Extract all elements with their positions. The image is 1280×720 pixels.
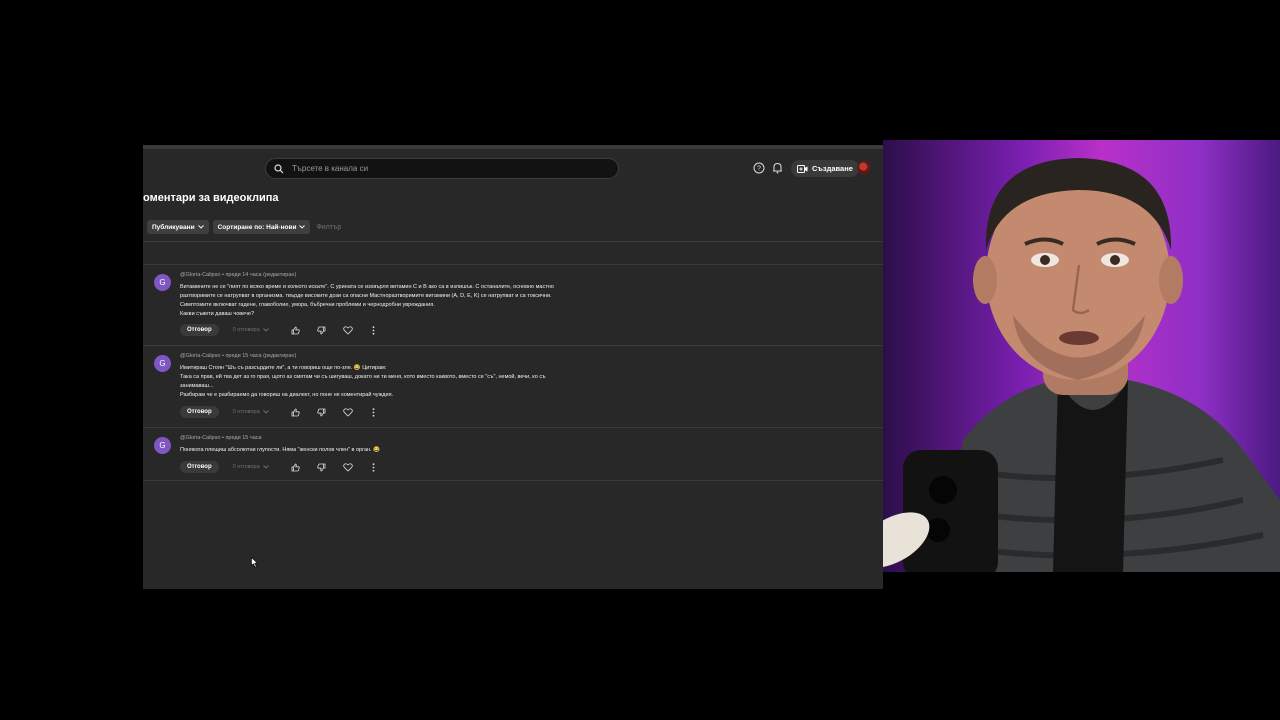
comment-meta: @Gloria-Calipso • преди 15 часа (редакти…: [180, 353, 296, 359]
more-options-icon[interactable]: [369, 325, 379, 335]
comment-line: Понякога плещиш абсолютни глупости. Няма…: [180, 447, 380, 453]
dislike-icon[interactable]: [317, 462, 327, 472]
comment-meta: @Gloria-Calipso • преди 14 часа (редакти…: [180, 272, 296, 278]
comment-line: Разбирам че е разбираемо да говориш на д…: [180, 392, 394, 398]
create-button-label: Създаване: [812, 164, 853, 173]
reply-button[interactable]: Отговор: [180, 461, 219, 473]
like-icon[interactable]: [291, 325, 301, 335]
comment-line: Симптомите включват гадене, главоболие, …: [180, 302, 435, 308]
replies-dropdown[interactable]: 0 отговора: [233, 409, 291, 415]
like-icon[interactable]: [291, 462, 301, 472]
comment-item: G @Gloria-Calipso • преди 15 часа Поняко…: [143, 434, 883, 479]
page-title: оментари за видеоклипа: [143, 192, 279, 204]
help-icon[interactable]: ?: [752, 161, 766, 175]
heart-icon[interactable]: [342, 407, 353, 417]
comment-item: G @Gloria-Calipso • преди 15 часа (редак…: [143, 352, 883, 427]
comment-line: разтворимите се натрупват в организма. т…: [180, 293, 552, 299]
comment-time[interactable]: преди 15 часа (редактиран): [225, 353, 296, 359]
divider: [143, 345, 883, 346]
search-input[interactable]: [290, 163, 594, 174]
comment-line: Витамините не се "пият по всяко време и …: [180, 284, 554, 290]
comment-author-avatar[interactable]: G: [154, 355, 171, 372]
svg-text:?: ?: [757, 166, 761, 173]
search-icon: [274, 163, 284, 173]
comment-item: G @Gloria-Calipso • преди 14 часа (редак…: [143, 270, 883, 345]
webcam-overlay: [883, 140, 1280, 572]
replies-count: 0 отговора: [232, 327, 260, 333]
comment-author-avatar[interactable]: G: [154, 437, 171, 454]
comment-actions: Отговор 0 отговора: [180, 324, 395, 336]
heart-icon[interactable]: [342, 462, 353, 472]
comment-line: Имитираш Стоян "Шъ съ разсърдите ли", а …: [180, 365, 387, 371]
create-button[interactable]: Създаване: [791, 160, 859, 177]
divider: [143, 480, 883, 481]
comment-author[interactable]: @Gloria-Calipso: [180, 435, 220, 441]
like-icon[interactable]: [291, 407, 301, 417]
filter-input-placeholder[interactable]: Филтър: [316, 224, 341, 231]
presenter-video: [883, 158, 1280, 572]
comment-meta: @Gloria-Calipso • преди 15 часа: [180, 435, 262, 441]
replies-dropdown[interactable]: 0 отговора: [233, 327, 291, 333]
published-filter-chip[interactable]: Публикувани: [147, 220, 209, 234]
more-options-icon[interactable]: [369, 407, 379, 417]
divider: [143, 264, 883, 265]
sort-dropdown[interactable]: Сортиране по: Най-нови: [212, 220, 311, 234]
dislike-icon[interactable]: [317, 325, 327, 335]
heart-icon[interactable]: [342, 325, 353, 335]
camera-plus-icon: [797, 164, 808, 173]
divider: [143, 427, 883, 428]
comment-line: Какви съвети даваш човече?: [180, 311, 255, 317]
comment-line: Така са прав, ей тва дет аз го прая, щот…: [180, 374, 546, 380]
account-avatar[interactable]: [857, 161, 871, 175]
comment-time[interactable]: преди 15 часа: [225, 435, 261, 441]
comment-text: Витамините не се "пият по всяко време и …: [180, 283, 620, 319]
comment-line: занимаваш...: [180, 383, 214, 389]
reply-button[interactable]: Отговор: [180, 324, 219, 336]
filter-bar: Публикувани Сортиране по: Най-нови Филтъ…: [147, 220, 341, 234]
replies-count: 0 отговора: [232, 409, 260, 415]
bell-icon[interactable]: [770, 161, 784, 175]
comment-text: Имитираш Стоян "Шъ съ разсърдите ли", а …: [180, 364, 620, 400]
comment-actions: Отговор 0 отговора: [180, 461, 395, 473]
chevron-down-icon: [262, 410, 269, 414]
chevron-down-icon: [299, 225, 306, 229]
comment-author[interactable]: @Gloria-Calipso: [180, 353, 220, 359]
replies-dropdown[interactable]: 0 отговора: [233, 464, 291, 470]
comment-text: Понякога плещиш абсолютни глупости. Няма…: [180, 446, 600, 455]
channel-search-box[interactable]: [265, 158, 619, 179]
reply-button[interactable]: Отговор: [180, 406, 219, 418]
sort-dropdown-label: Сортиране по: Най-нови: [217, 223, 297, 231]
divider: [143, 241, 883, 242]
comment-author-avatar[interactable]: G: [154, 274, 171, 291]
published-filter-label: Публикувани: [152, 223, 195, 231]
top-bar: ? Създаване: [143, 145, 883, 187]
chevron-down-icon: [262, 465, 269, 469]
comment-actions: Отговор 0 отговора: [180, 406, 395, 418]
chevron-down-icon: [197, 225, 204, 229]
studio-comments-panel: ? Създаване оментари за видеоклипа Публи…: [143, 145, 883, 589]
comment-author[interactable]: @Gloria-Calipso: [180, 272, 220, 278]
comment-time[interactable]: преди 14 часа (редактиран): [225, 272, 296, 278]
mouse-cursor-icon: [251, 557, 259, 568]
more-options-icon[interactable]: [369, 462, 379, 472]
replies-count: 0 отговора: [232, 464, 260, 470]
chevron-down-icon: [262, 328, 269, 332]
dislike-icon[interactable]: [317, 407, 327, 417]
